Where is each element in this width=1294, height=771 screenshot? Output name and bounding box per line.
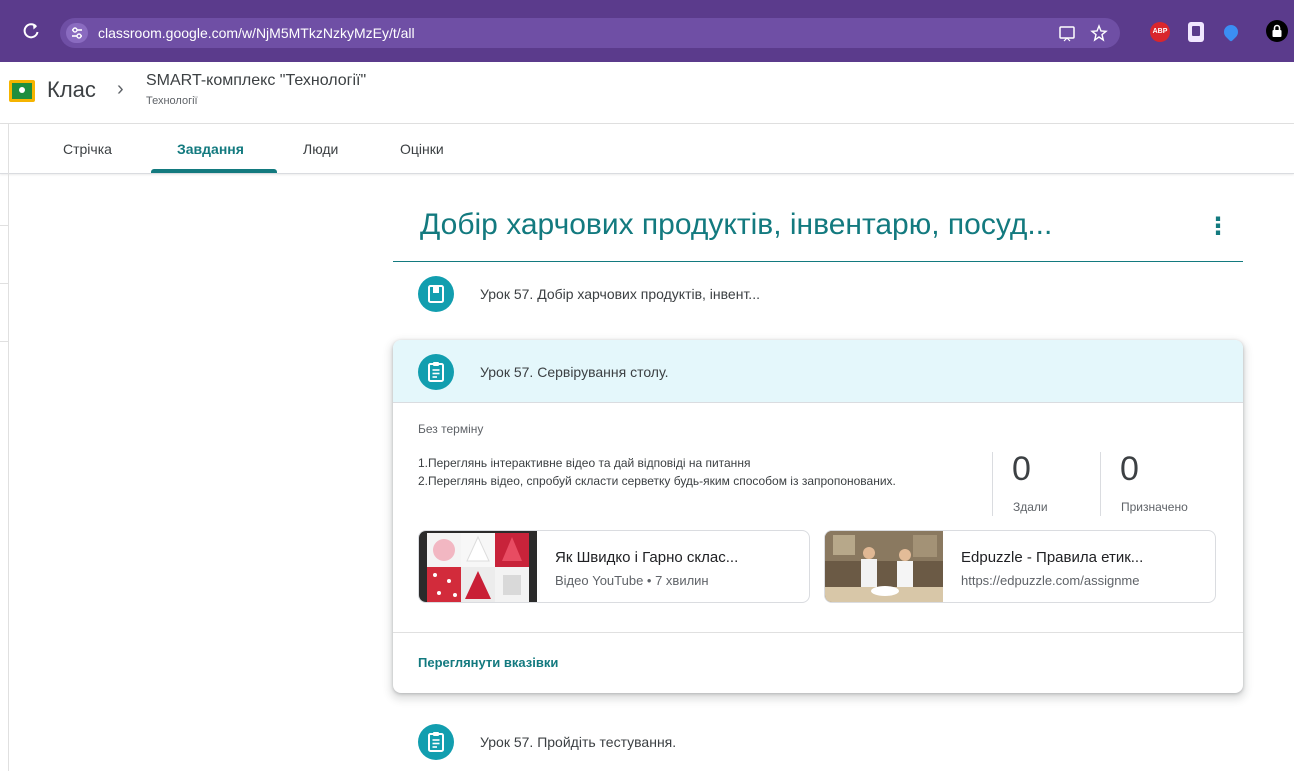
tab-people[interactable]: Люди xyxy=(303,124,338,174)
more-vert-icon[interactable]: ⋮ xyxy=(1206,214,1230,240)
stat-divider xyxy=(992,452,993,516)
video-thumbnail xyxy=(419,531,537,602)
site-info-icon[interactable] xyxy=(66,23,88,43)
attachment-youtube[interactable]: Як Швидко і Гарно склас... Відео YouTube… xyxy=(418,530,810,603)
expanded-assignment-card: Без терміну 1.Переглянь інтерактивне від… xyxy=(393,340,1243,693)
lock-icon[interactable] xyxy=(1266,20,1288,42)
assignment-icon xyxy=(418,354,454,390)
url-text[interactable]: classroom.google.com/w/NjM5MTkzNzkyMzEy/… xyxy=(98,25,415,41)
tab-classwork[interactable]: Завдання xyxy=(177,124,244,174)
star-icon[interactable] xyxy=(1090,24,1108,42)
left-tick xyxy=(0,225,9,226)
attachment-subtitle: https://edpuzzle.com/assignme xyxy=(961,573,1140,588)
left-divider xyxy=(8,124,9,771)
browser-toolbar: classroom.google.com/w/NjM5MTkzNzkyMzEy/… xyxy=(0,0,1294,62)
tab-grades[interactable]: Оцінки xyxy=(400,124,444,174)
material-icon xyxy=(418,276,454,312)
attachment-title[interactable]: Edpuzzle - Правила етик... xyxy=(961,549,1143,566)
course-title[interactable]: SMART-комплекс "Технології" xyxy=(146,72,366,90)
attachment-edpuzzle[interactable]: Edpuzzle - Правила етик... https://edpuz… xyxy=(824,530,1216,603)
assignment-icon xyxy=(418,724,454,760)
attachment-subtitle: Відео YouTube • 7 хвилин xyxy=(555,573,709,588)
tab-bar: Стрічка Завдання Люди Оцінки xyxy=(0,124,1294,174)
topic-divider xyxy=(393,261,1243,262)
description-line: 1.Переглянь інтерактивне відео та дай ві… xyxy=(418,456,751,470)
description-line: 2.Переглянь відео, спробуй скласти серве… xyxy=(418,474,896,488)
shield-icon[interactable] xyxy=(1221,22,1241,42)
active-tab-indicator xyxy=(151,169,277,173)
assigned-label[interactable]: Призначено xyxy=(1121,500,1188,514)
turned-in-count[interactable]: 0 xyxy=(1012,450,1031,489)
view-instructions-link[interactable]: Переглянути вказівки xyxy=(418,655,558,670)
assignment-description: 1.Переглянь інтерактивне відео та дай ві… xyxy=(418,454,948,490)
stat-divider xyxy=(1100,452,1101,516)
reload-icon[interactable] xyxy=(22,22,40,40)
link-thumbnail xyxy=(825,531,943,602)
assigned-count[interactable]: 0 xyxy=(1120,450,1139,489)
tab-stream[interactable]: Стрічка xyxy=(63,124,112,174)
attachment-title[interactable]: Як Швидко і Гарно склас... xyxy=(555,549,738,566)
left-tick xyxy=(0,341,9,342)
breadcrumb-class[interactable]: Клас xyxy=(47,77,96,103)
turned-in-label[interactable]: Здали xyxy=(1013,500,1048,514)
item-title[interactable]: Урок 57. Сервірування столу. xyxy=(480,364,668,380)
adblock-icon[interactable]: ABP xyxy=(1150,22,1170,42)
address-bar[interactable]: classroom.google.com/w/NjM5MTkzNzkyMzEy/… xyxy=(60,18,1120,48)
card-footer-divider xyxy=(393,632,1243,633)
left-tick xyxy=(0,283,9,284)
item-title[interactable]: Урок 57. Добір харчових продуктів, інвен… xyxy=(480,286,760,302)
cast-icon[interactable] xyxy=(1058,24,1076,42)
app-header: Клас › SMART-комплекс "Технології" Техно… xyxy=(0,62,1294,124)
classroom-logo-icon[interactable] xyxy=(9,80,35,102)
course-subtitle: Технології xyxy=(146,95,198,107)
chevron-right-icon: › xyxy=(117,78,124,100)
book-icon[interactable] xyxy=(1188,22,1204,42)
topic-title: Добір харчових продуктів, інвентарю, пос… xyxy=(420,208,1053,241)
due-date: Без терміну xyxy=(418,422,484,436)
item-title[interactable]: Урок 57. Пройдіть тестування. xyxy=(480,734,676,750)
